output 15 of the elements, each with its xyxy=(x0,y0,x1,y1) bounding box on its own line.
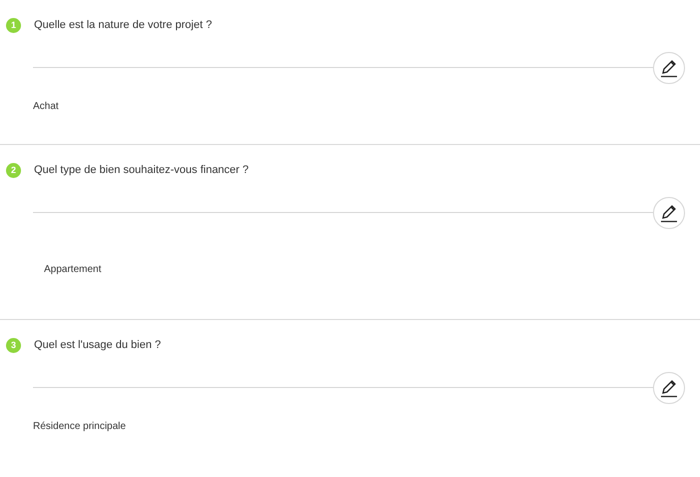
answer-value: Achat xyxy=(33,100,60,114)
question-label: Quel est l'usage du bien ? xyxy=(34,338,161,353)
step-number: 1 xyxy=(6,18,21,33)
edit-button[interactable] xyxy=(653,52,685,84)
question-label: Quel type de bien souhaitez-vous financer ? xyxy=(34,163,249,178)
answer-value: Résidence principale xyxy=(33,420,127,434)
step-number: 2 xyxy=(6,162,21,178)
question-label: Quelle est la nature de votre projet ? xyxy=(34,18,212,33)
edit-button[interactable] xyxy=(653,372,685,404)
answer-value: Appartement xyxy=(44,262,102,276)
pencil-icon xyxy=(659,58,679,78)
pencil-icon xyxy=(659,378,679,398)
pencil-icon xyxy=(659,202,679,222)
step-number: 3 xyxy=(6,338,21,353)
edit-button[interactable] xyxy=(653,196,685,228)
